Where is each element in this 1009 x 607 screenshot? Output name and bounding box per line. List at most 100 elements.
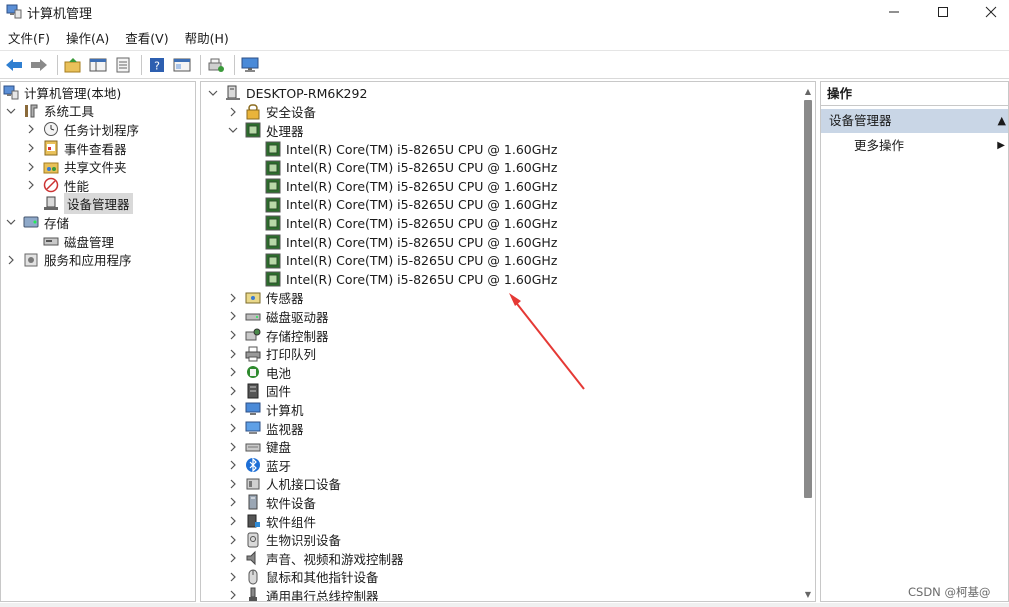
chevron-right-icon[interactable] [5, 254, 17, 266]
menu-view[interactable]: 查看(V) [117, 28, 176, 50]
device-item[interactable]: Intel(R) Core(TM) i5-8265U CPU @ 1.60GHz [247, 251, 557, 270]
scroll-down-arrow-icon[interactable]: ▼ [801, 587, 815, 601]
device-item[interactable]: Intel(R) Core(TM) i5-8265U CPU @ 1.60GHz [247, 140, 557, 159]
console-tree-item[interactable]: 服务和应用程序 [5, 250, 132, 269]
chevron-right-icon[interactable] [227, 589, 239, 601]
red-arrow-annotation [513, 299, 585, 390]
chevron-right-icon[interactable] [227, 478, 239, 490]
device-category[interactable]: 处理器 [227, 121, 304, 140]
device-category[interactable]: 磁盘驱动器 [227, 307, 329, 326]
chevron-right-icon[interactable] [227, 552, 239, 564]
properties-button[interactable] [171, 54, 193, 76]
chevron-right-icon[interactable] [227, 534, 239, 546]
console-tree-item[interactable]: 任务计划程序 [25, 120, 139, 139]
scrollbar-thumb[interactable] [804, 100, 812, 498]
console-tree-label: 磁盘管理 [64, 234, 115, 250]
chevron-right-icon[interactable] [227, 348, 239, 360]
device-category[interactable]: 鼠标和其他指针设备 [227, 568, 379, 587]
device-item[interactable]: Intel(R) Core(TM) i5-8265U CPU @ 1.60GHz [247, 196, 557, 215]
up-folder-button[interactable] [62, 54, 84, 76]
speaker-icon [246, 551, 256, 566]
device-category[interactable]: 通用串行总线控制器 [227, 586, 379, 601]
export-list-button[interactable] [112, 54, 134, 76]
chevron-right-icon[interactable] [227, 515, 239, 527]
device-item[interactable]: Intel(R) Core(TM) i5-8265U CPU @ 1.60GHz [247, 214, 557, 233]
chevron-right-icon[interactable] [227, 366, 239, 378]
device-label: Intel(R) Core(TM) i5-8265U CPU @ 1.60GHz [286, 234, 558, 250]
close-button[interactable] [968, 0, 1009, 24]
device-category[interactable]: 软件组件 [227, 512, 316, 531]
minimize-button[interactable] [871, 0, 917, 24]
device-category[interactable]: 安全设备 [227, 103, 316, 122]
device-category[interactable]: 打印队列 [227, 344, 316, 363]
device-category[interactable]: 电池 [227, 363, 291, 382]
console-tree-item[interactable]: 事件查看器 [25, 139, 127, 158]
console-tree-item[interactable]: 存储 [5, 213, 69, 232]
device-label: 软件组件 [266, 514, 317, 530]
device-category[interactable]: 生物识别设备 [227, 530, 341, 549]
collapse-up-icon[interactable]: ▲ [998, 109, 1006, 133]
console-tree-item[interactable]: 计算机管理(本地) [3, 83, 121, 102]
device-label: 存储控制器 [266, 328, 329, 344]
chevron-right-icon[interactable] [227, 106, 239, 118]
more-actions-item[interactable]: 更多操作 ▶ [821, 135, 1008, 157]
console-tree-item[interactable]: 磁盘管理 [25, 232, 114, 251]
chevron-right-icon[interactable] [227, 571, 239, 583]
chevron-down-icon[interactable] [207, 87, 219, 99]
menu-file[interactable]: 文件(F) [0, 28, 58, 50]
chevron-right-icon[interactable] [25, 161, 37, 173]
processor-icon [265, 178, 281, 194]
watermark: CSDN @柯基@ [908, 585, 991, 599]
chevron-right-icon[interactable] [227, 496, 239, 508]
chevron-right-icon[interactable] [227, 459, 239, 471]
actions-group-device-manager[interactable]: 设备管理器 ▲ [821, 109, 1008, 133]
device-category[interactable]: 键盘 [227, 437, 291, 456]
console-tree-label: 共享文件夹 [64, 160, 127, 176]
scroll-up-arrow-icon[interactable]: ▲ [801, 84, 815, 98]
scan-hardware-button[interactable] [205, 54, 227, 76]
device-item[interactable]: Intel(R) Core(TM) i5-8265U CPU @ 1.60GHz [247, 158, 557, 177]
chevron-right-icon[interactable] [25, 123, 37, 135]
chevron-right-icon[interactable] [25, 179, 37, 191]
device-category[interactable]: 人机接口设备 [227, 475, 341, 494]
console-tree-item[interactable]: 设备管理器 [25, 193, 133, 215]
vertical-scrollbar[interactable]: ▲ ▼ [801, 82, 815, 601]
console-tree-item[interactable]: 系统工具 [5, 102, 94, 121]
console-tree-item[interactable]: 性能 [25, 176, 89, 195]
disk-drive-icon [245, 313, 261, 321]
device-category[interactable]: 固件 [227, 382, 291, 401]
device-category[interactable]: 软件设备 [227, 493, 316, 512]
device-category[interactable]: 监视器 [227, 419, 304, 438]
svg-text:?: ? [154, 59, 160, 72]
forward-button[interactable] [28, 54, 50, 76]
monitor-button[interactable] [239, 54, 261, 76]
chevron-down-icon[interactable] [227, 124, 239, 136]
chevron-right-icon[interactable] [227, 329, 239, 341]
device-category[interactable]: 计算机 [227, 400, 304, 419]
show-hide-tree-button[interactable] [87, 54, 109, 76]
device-item[interactable]: Intel(R) Core(TM) i5-8265U CPU @ 1.60GHz [247, 233, 557, 252]
chevron-right-icon[interactable] [227, 292, 239, 304]
device-item[interactable]: Intel(R) Core(TM) i5-8265U CPU @ 1.60GHz [247, 177, 557, 196]
chevron-right-icon[interactable] [227, 310, 239, 322]
chevron-right-icon[interactable] [227, 385, 239, 397]
device-item[interactable]: Intel(R) Core(TM) i5-8265U CPU @ 1.60GHz [247, 270, 557, 289]
chevron-down-icon[interactable] [5, 105, 17, 117]
device-category[interactable]: 传感器 [227, 289, 304, 308]
menu-help[interactable]: 帮助(H) [177, 28, 237, 50]
chevron-down-icon[interactable] [5, 216, 17, 228]
chevron-right-icon[interactable] [227, 441, 239, 453]
back-button[interactable] [3, 54, 25, 76]
console-tree-item[interactable]: 共享文件夹 [25, 157, 127, 176]
help-button[interactable]: ? [146, 54, 168, 76]
menu-action[interactable]: 操作(A) [58, 28, 117, 50]
device-category[interactable]: 存储控制器 [227, 326, 329, 345]
chevron-right-icon[interactable] [227, 422, 239, 434]
tree-row-root[interactable]: DESKTOP-RM6K292 [207, 84, 367, 103]
maximize-button[interactable] [920, 0, 966, 24]
chevron-right-icon[interactable] [25, 142, 37, 154]
device-category[interactable]: 蓝牙 [227, 456, 291, 475]
chevron-right-icon[interactable] [227, 403, 239, 415]
device-category[interactable]: 声音、视频和游戏控制器 [227, 549, 404, 568]
